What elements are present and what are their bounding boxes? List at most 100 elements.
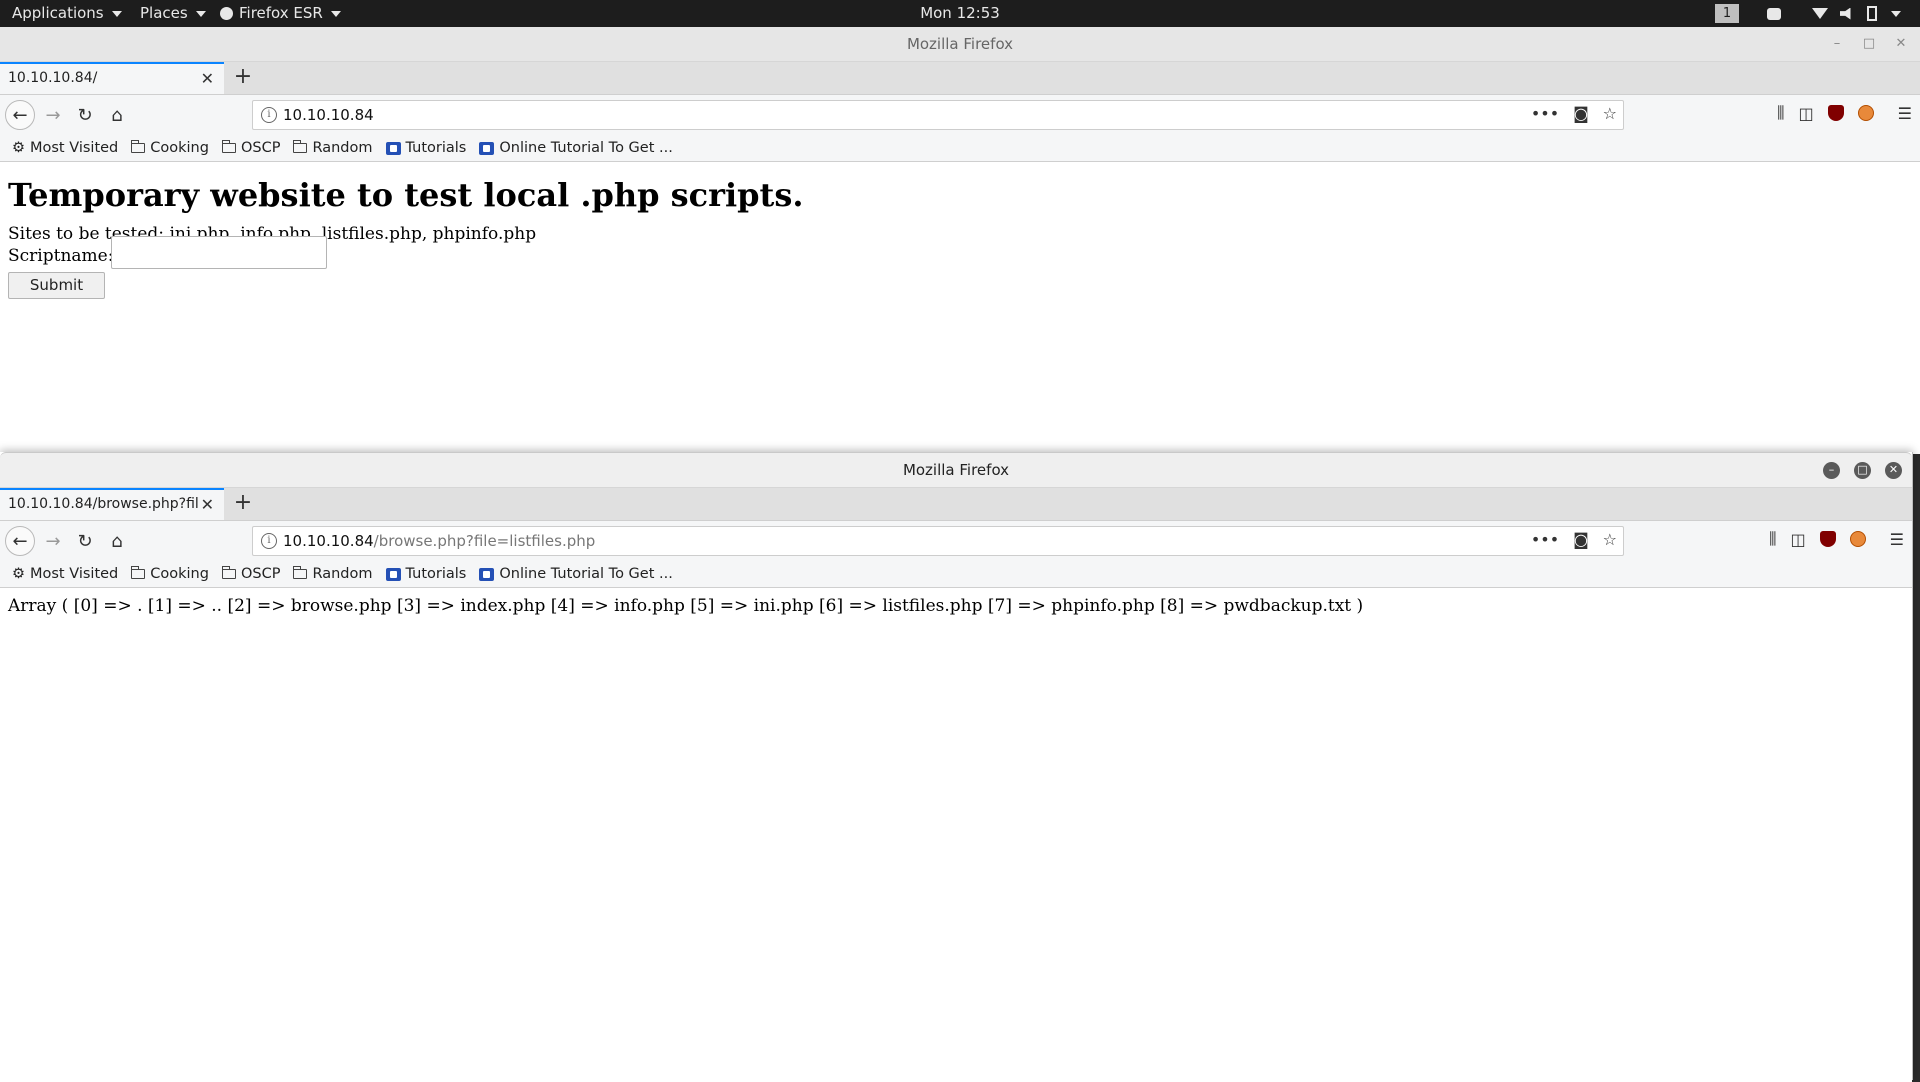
- bookmark-tutorials[interactable]: Tutorials: [385, 140, 467, 156]
- bookmark-label: Online Tutorial To Get ...: [499, 566, 673, 582]
- pocket-icon[interactable]: ◙: [1573, 104, 1589, 123]
- bookmark-tutorials[interactable]: Tutorials: [385, 566, 466, 582]
- bookmark-cooking[interactable]: Cooking: [131, 140, 209, 156]
- scriptname-label: Scriptname:: [8, 246, 114, 266]
- chevron-down-icon: [111, 10, 122, 17]
- window-titlebar[interactable]: Mozilla Firefox – □ ✕: [0, 452, 1912, 488]
- chevron-down-icon: [195, 10, 206, 17]
- site-info-icon[interactable]: i: [261, 107, 277, 123]
- tab-active[interactable]: 10.10.10.84/browse.php?file ✕: [0, 488, 224, 520]
- places-menu[interactable]: Places: [140, 0, 206, 27]
- back-button[interactable]: ←: [5, 526, 35, 556]
- navigation-toolbar: ← → ↻ ⌂ i 10.10.10.84/browse.php?file=li…: [0, 521, 1912, 561]
- folder-icon: [131, 140, 146, 153]
- sidebar-icon[interactable]: ◫: [1791, 530, 1806, 549]
- close-button[interactable]: ✕: [1885, 461, 1902, 479]
- maximize-button[interactable]: □: [1854, 461, 1871, 479]
- page-actions-icon[interactable]: •••: [1531, 104, 1559, 123]
- pocket-icon[interactable]: ◙: [1573, 530, 1589, 549]
- bookmark-oscp[interactable]: OSCP: [221, 566, 281, 582]
- url-actions: ••• ◙ ☆: [1531, 530, 1617, 549]
- bookmark-random[interactable]: Random: [293, 140, 373, 156]
- chevron-down-icon: [330, 10, 341, 17]
- file-listing-output: Array ( [0] => . [1] => .. [2] => browse…: [8, 596, 1364, 616]
- url-bar[interactable]: i 10.10.10.84/browse.php?file=listfiles.…: [252, 526, 1624, 556]
- battery-icon: [1867, 6, 1877, 21]
- bookmark-most-visited[interactable]: ⚙ Most Visited: [12, 140, 118, 156]
- bookmark-label: Most Visited: [30, 566, 119, 582]
- folder-icon: [131, 566, 146, 579]
- tab-active[interactable]: 10.10.10.84/ ✕: [0, 62, 224, 94]
- url-text[interactable]: 10.10.10.84: [283, 106, 374, 124]
- url-text[interactable]: 10.10.10.84/browse.php?file=listfiles.ph…: [283, 532, 595, 550]
- page-actions-icon[interactable]: •••: [1531, 530, 1559, 549]
- system-status[interactable]: [1812, 0, 1901, 27]
- bookmark-oscp[interactable]: OSCP: [221, 140, 281, 156]
- home-button[interactable]: ⌂: [103, 527, 131, 555]
- firefox-app-menu[interactable]: Firefox ESR: [220, 0, 341, 27]
- close-tab-icon[interactable]: ✕: [201, 69, 214, 88]
- close-button[interactable]: ✕: [1892, 35, 1910, 53]
- back-button[interactable]: ←: [5, 100, 35, 130]
- folder-icon: [221, 140, 236, 153]
- menu-icon[interactable]: ☰: [1898, 104, 1912, 123]
- ublock-icon[interactable]: [1819, 531, 1836, 547]
- wifi-icon: [1812, 8, 1828, 19]
- tab-label: 10.10.10.84/browse.php?file: [8, 496, 198, 512]
- extension-icon[interactable]: [1849, 531, 1866, 547]
- bookmarks-toolbar: ⚙ Most Visited Cooking OSCP Random Tutori…: [0, 135, 1920, 162]
- library-icon[interactable]: ⫼: [1769, 529, 1776, 549]
- toolbar-buttons: ⫼ ◫ ☰: [1769, 529, 1904, 549]
- gear-icon: ⚙: [12, 566, 25, 582]
- bookmark-cooking[interactable]: Cooking: [131, 566, 209, 582]
- tab-label: 10.10.10.84/: [8, 70, 98, 86]
- video-icon[interactable]: [1767, 7, 1781, 20]
- reload-button[interactable]: ↻: [71, 101, 99, 129]
- forward-button[interactable]: →: [39, 527, 67, 555]
- minimize-button[interactable]: –: [1828, 35, 1846, 53]
- navigation-toolbar: ← → ↻ ⌂ i 10.10.10.84 ••• ◙ ☆ ⫼ ◫ ☰: [0, 95, 1920, 135]
- window-title: Mozilla Firefox: [906, 35, 1014, 53]
- workspace-indicator[interactable]: 1: [1715, 4, 1739, 23]
- bookmark-star-icon[interactable]: ☆: [1603, 104, 1617, 123]
- window-titlebar[interactable]: Mozilla Firefox – □ ✕: [0, 27, 1920, 62]
- tutorial-site-icon: [479, 567, 495, 581]
- applications-menu[interactable]: Applications: [12, 0, 122, 27]
- bookmark-star-icon[interactable]: ☆: [1603, 530, 1617, 549]
- page-content: Array ( [0] => . [1] => .. [2] => browse…: [0, 588, 1912, 1082]
- tutorial-site-icon: [385, 141, 401, 155]
- new-tab-button[interactable]: +: [230, 64, 256, 90]
- bookmark-random[interactable]: Random: [293, 566, 373, 582]
- reload-button[interactable]: ↻: [71, 527, 99, 555]
- library-icon[interactable]: ⫼: [1777, 103, 1784, 123]
- maximize-button[interactable]: □: [1860, 35, 1878, 53]
- bookmark-label: OSCP: [240, 140, 281, 156]
- site-info-icon[interactable]: i: [261, 533, 277, 549]
- ublock-icon[interactable]: [1827, 105, 1844, 121]
- bookmark-label: Most Visited: [30, 140, 119, 156]
- page-heading: Temporary website to test local .php scr…: [8, 176, 804, 214]
- url-bar[interactable]: i 10.10.10.84 ••• ◙ ☆: [252, 100, 1624, 130]
- places-label: Places: [140, 4, 188, 22]
- extension-icon[interactable]: [1857, 105, 1874, 121]
- scriptname-input[interactable]: [111, 236, 327, 269]
- bookmark-label: Tutorials: [405, 140, 467, 156]
- sidebar-icon[interactable]: ◫: [1799, 104, 1814, 123]
- tutorial-site-icon: [385, 567, 401, 581]
- forward-button[interactable]: →: [39, 101, 67, 129]
- close-tab-icon[interactable]: ✕: [201, 495, 214, 514]
- menu-icon[interactable]: ☰: [1890, 530, 1904, 549]
- url-host: 10.10.10.84: [283, 532, 374, 550]
- folder-icon: [221, 566, 236, 579]
- bookmark-label: OSCP: [240, 566, 281, 582]
- window-controls: – □ ✕: [1823, 453, 1902, 487]
- new-tab-button[interactable]: +: [230, 490, 256, 516]
- bookmark-online-tutorial[interactable]: Online Tutorial To Get ...: [479, 140, 673, 156]
- firefox-window-back: Mozilla Firefox – □ ✕ 10.10.10.84/ ✕ + ←…: [0, 27, 1920, 454]
- submit-button[interactable]: Submit: [8, 272, 105, 299]
- page-content: Temporary website to test local .php scr…: [0, 162, 1920, 454]
- bookmark-online-tutorial[interactable]: Online Tutorial To Get ...: [479, 566, 673, 582]
- bookmark-most-visited[interactable]: ⚙ Most Visited: [12, 566, 118, 582]
- minimize-button[interactable]: –: [1823, 461, 1840, 479]
- home-button[interactable]: ⌂: [103, 101, 131, 129]
